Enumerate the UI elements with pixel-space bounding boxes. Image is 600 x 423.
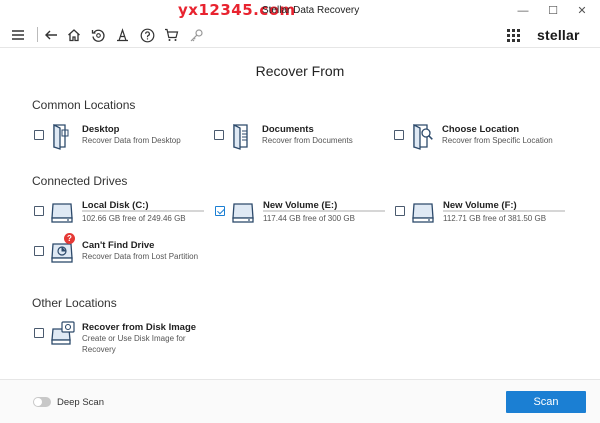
- hand-tool-icon[interactable]: [113, 26, 131, 44]
- checkbox[interactable]: [34, 328, 44, 338]
- key-icon[interactable]: [187, 26, 205, 44]
- home-icon[interactable]: [65, 26, 83, 44]
- window-title: Stellar Data Recovery: [262, 5, 360, 16]
- drive-usage-bar: [443, 210, 565, 212]
- cart-icon[interactable]: [162, 26, 180, 44]
- title-bar: yx12345.com Stellar Data Recovery — ☐ ✕: [0, 0, 600, 22]
- item-description-line1: Create or Use Disk Image for: [82, 334, 186, 343]
- item-description: Recover Data from Lost Partition: [82, 252, 199, 261]
- drive-c[interactable]: Local Disk (C:) 102.66 GB free of 249.46…: [34, 198, 214, 238]
- section-title-other: Other Locations: [32, 296, 117, 310]
- toolbar: stellar: [0, 22, 600, 48]
- desktop-folder-icon: [48, 122, 76, 150]
- documents-folder-icon: [228, 122, 256, 150]
- cant-find-drive[interactable]: ? Can't Find Drive Recover Data from Los…: [34, 233, 214, 278]
- disk-image-icon: [48, 320, 76, 348]
- hard-drive-icon: [48, 198, 76, 226]
- item-label: Choose Location: [442, 124, 520, 135]
- item-label: Recover from Disk Image: [82, 322, 197, 333]
- item-description: 117.44 GB free of 300 GB: [263, 214, 355, 223]
- toolbar-divider: [37, 27, 38, 42]
- checkbox-checked[interactable]: [215, 206, 225, 216]
- item-label: Documents: [262, 124, 314, 135]
- apps-grid-icon[interactable]: [504, 26, 522, 44]
- scan-button[interactable]: Scan: [506, 391, 586, 413]
- item-label: Desktop: [82, 124, 120, 135]
- disk-image[interactable]: Recover from Disk Image Create or Use Di…: [34, 320, 224, 360]
- minimize-button[interactable]: —: [514, 3, 532, 19]
- item-description: 112.71 GB free of 381.50 GB: [443, 214, 547, 223]
- drive-e[interactable]: New Volume (E:) 117.44 GB free of 300 GB: [215, 198, 395, 238]
- section-title-drives: Connected Drives: [32, 174, 128, 188]
- menu-icon[interactable]: [9, 26, 27, 44]
- item-label: Can't Find Drive: [82, 240, 155, 251]
- question-badge: ?: [64, 233, 75, 244]
- drive-f[interactable]: New Volume (F:) 112.71 GB free of 381.50…: [395, 198, 575, 238]
- item-description: Recover Data from Desktop: [82, 136, 181, 145]
- checkbox[interactable]: [214, 130, 224, 140]
- item-description: Create or Use Disk Image for Recovery: [82, 334, 186, 355]
- close-button[interactable]: ✕: [573, 3, 591, 19]
- folder-search-icon: [408, 122, 436, 150]
- drive-usage-bar: [263, 210, 385, 212]
- item-description: 102.66 GB free of 249.46 GB: [82, 214, 186, 223]
- item-description: Recover from Specific Location: [442, 136, 553, 145]
- help-icon[interactable]: [138, 26, 156, 44]
- deep-scan-toggle[interactable]: [33, 397, 51, 407]
- checkbox[interactable]: [394, 130, 404, 140]
- item-description-line2: Recovery: [82, 344, 116, 354]
- drive-usage-bar: [82, 210, 204, 212]
- back-icon[interactable]: [42, 26, 60, 44]
- hard-drive-icon: [229, 198, 257, 226]
- location-choose[interactable]: Choose Location Recover from Specific Lo…: [394, 122, 584, 162]
- maximize-button[interactable]: ☐: [544, 3, 562, 19]
- item-description: Recover from Documents: [262, 136, 353, 145]
- brand-logo: stellar: [537, 27, 580, 43]
- checkbox[interactable]: [34, 206, 44, 216]
- location-documents[interactable]: Documents Recover from Documents: [214, 122, 384, 162]
- checkbox[interactable]: [395, 206, 405, 216]
- checkbox[interactable]: [34, 246, 44, 256]
- lost-partition-icon: ?: [48, 233, 76, 266]
- section-title-common: Common Locations: [32, 98, 136, 112]
- deep-scan-label: Deep Scan: [57, 397, 105, 408]
- page-title: Recover From: [255, 63, 345, 79]
- checkbox[interactable]: [34, 130, 44, 140]
- hard-drive-icon: [409, 198, 437, 226]
- location-desktop[interactable]: Desktop Recover Data from Desktop: [34, 122, 204, 162]
- recover-icon[interactable]: [89, 26, 107, 44]
